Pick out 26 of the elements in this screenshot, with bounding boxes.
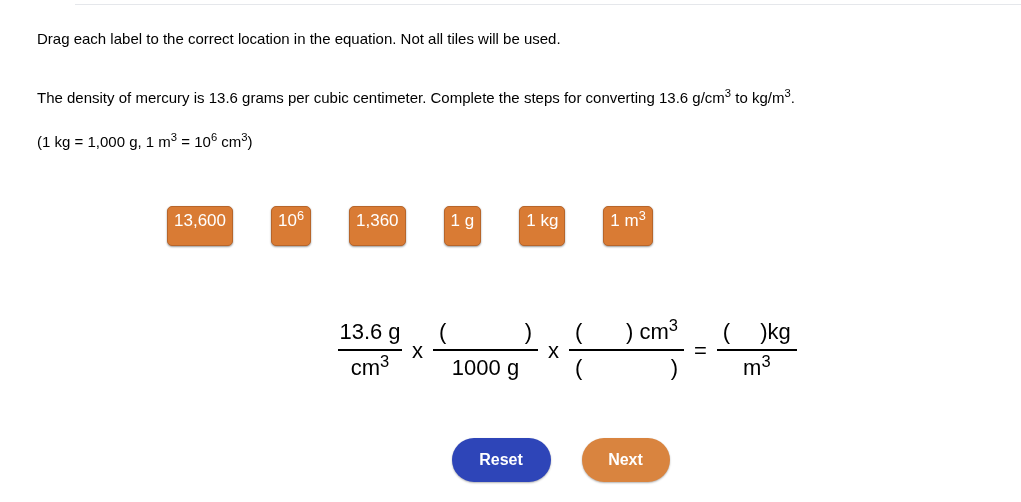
question-text: The density of mercury is 13.6 grams per cubic centimeter. Complete the steps for converting 13.6 g/cm$^{3}$ to kg/m$^{3}$. bbox=[37, 88, 796, 108]
answer-tile[interactable]: 13,600 bbox=[167, 206, 233, 246]
answer-tile[interactable]: 1 m$^{3}$ bbox=[603, 206, 653, 246]
reset-button[interactable]: Reset bbox=[451, 438, 551, 482]
operator-sign: x bbox=[411, 336, 424, 365]
denominator-text: 1000 g bbox=[451, 354, 520, 382]
numerator-text: ) cm$^{3}$ bbox=[626, 318, 678, 346]
denominator-text: ( bbox=[575, 354, 583, 382]
denominator-text: cm$^{3}$ bbox=[350, 354, 390, 382]
denominator-text: m$^{3}$ bbox=[743, 354, 771, 382]
numerator-text: ( bbox=[439, 318, 447, 346]
numerator-text: ( bbox=[575, 318, 583, 346]
numerator-text: ) bbox=[524, 318, 532, 346]
conversion-hint: (1 kg = 1,000 g, 1 m$^{3}$ = 10$^{6}$ cm$^{3}$) bbox=[37, 132, 254, 152]
operator-sign: = bbox=[693, 336, 708, 365]
numerator-text: )kg bbox=[760, 318, 791, 346]
numerator-text: 13.6 g bbox=[339, 318, 401, 346]
answer-tile[interactable]: 1 g bbox=[443, 206, 482, 246]
instructions-text: Drag each label to the correct location in the equation. Not all tiles will be used. bbox=[37, 29, 562, 49]
answer-tile[interactable]: 10$^{6}$ bbox=[271, 206, 311, 246]
denominator-text: ) bbox=[670, 354, 678, 382]
next-button[interactable]: Next bbox=[581, 438, 670, 482]
numerator-text: ( bbox=[722, 318, 731, 346]
answer-tile[interactable]: 1,360 bbox=[349, 206, 406, 246]
operator-sign: x bbox=[547, 336, 560, 365]
answer-tile[interactable]: 1 kg bbox=[519, 206, 566, 246]
